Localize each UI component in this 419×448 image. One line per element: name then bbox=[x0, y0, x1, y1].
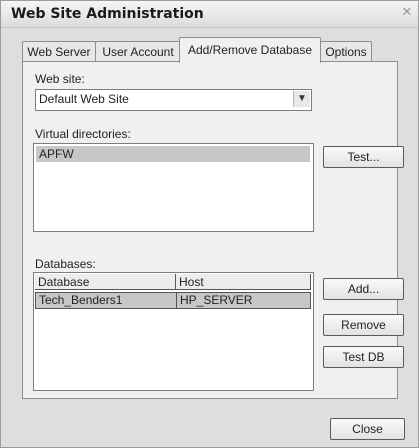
website-label: Web site: bbox=[35, 72, 85, 86]
website-selected-value: Default Web Site bbox=[39, 92, 129, 106]
close-icon[interactable]: ✕ bbox=[400, 4, 414, 20]
tab-options[interactable]: Options bbox=[320, 41, 372, 62]
tab-add-remove-database[interactable]: Add/Remove Database bbox=[179, 37, 321, 63]
remove-button[interactable]: Remove bbox=[323, 314, 404, 336]
virtual-directories-label: Virtual directories: bbox=[35, 127, 131, 141]
list-item[interactable]: APFW bbox=[36, 146, 310, 162]
web-site-admin-dialog: Web Site Administration ✕ Web Server Use… bbox=[0, 0, 419, 448]
cell-host: HP_SERVER bbox=[180, 293, 253, 307]
tab-web-server[interactable]: Web Server bbox=[22, 41, 96, 62]
table-row[interactable]: Tech_Benders1 HP_SERVER bbox=[35, 292, 311, 309]
add-button[interactable]: Add... bbox=[323, 278, 404, 300]
tab-label: Options bbox=[325, 45, 367, 59]
title-bar[interactable]: Web Site Administration ✕ bbox=[1, 1, 418, 28]
column-header-host[interactable]: Host bbox=[176, 274, 311, 290]
chevron-down-icon[interactable]: ▼ bbox=[293, 91, 310, 107]
tab-user-account[interactable]: User Account bbox=[95, 41, 181, 62]
cell-database: Tech_Benders1 bbox=[36, 293, 177, 308]
close-button[interactable]: Close bbox=[330, 418, 405, 440]
tab-label: Web Server bbox=[27, 45, 91, 59]
test-db-button[interactable]: Test DB bbox=[323, 346, 404, 368]
tab-label: User Account bbox=[102, 45, 174, 59]
databases-label: Databases: bbox=[35, 257, 96, 271]
databases-table[interactable]: Database Host Tech_Benders1 HP_SERVER bbox=[33, 272, 314, 391]
dialog-title: Web Site Administration bbox=[11, 6, 204, 22]
column-header-database[interactable]: Database bbox=[35, 274, 176, 290]
tab-label: Add/Remove Database bbox=[187, 43, 313, 57]
virtual-directories-list[interactable]: APFW bbox=[33, 143, 314, 232]
website-select[interactable]: Default Web Site ▼ bbox=[35, 89, 312, 111]
test-button[interactable]: Test... bbox=[323, 146, 404, 168]
